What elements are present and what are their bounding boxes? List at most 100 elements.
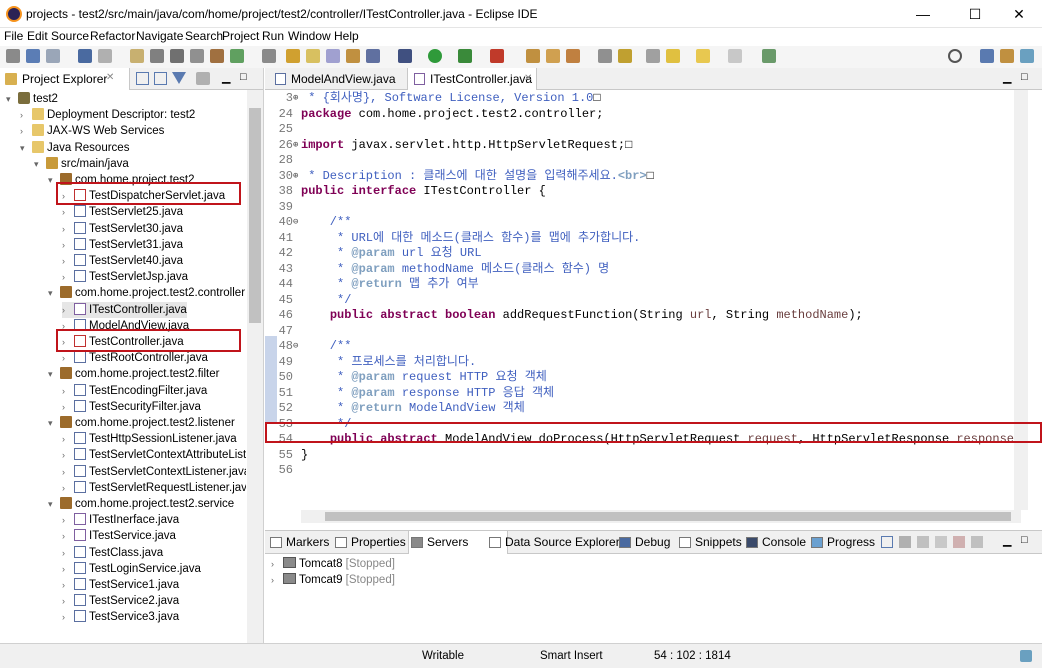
tab-itestcontroller[interactable]: ITestController.java ✕ — [407, 68, 537, 90]
word-wrap-icon[interactable] — [326, 49, 340, 63]
open-perspective-icon[interactable] — [980, 49, 994, 63]
server-row-tomcat9[interactable]: › Tomcat9 [Stopped] — [271, 572, 395, 588]
tree-item[interactable]: › ITestInerface.java — [62, 512, 179, 528]
expand-arrow-icon[interactable]: › — [62, 545, 74, 561]
start-server-icon[interactable] — [917, 536, 929, 548]
toggle-block-icon[interactable] — [262, 49, 276, 63]
expand-arrow-icon[interactable]: › — [62, 431, 74, 447]
run-server-icon[interactable] — [230, 49, 244, 63]
tree-item[interactable]: ▾ com.home.project.test2.service — [48, 496, 234, 512]
tab-project-explorer[interactable]: Project Explorer ✕ — [0, 68, 130, 90]
collapse-arrow-icon[interactable]: ▾ — [48, 415, 60, 431]
tree-item[interactable]: › TestServletContextAttributeListe — [62, 447, 246, 463]
publish-icon[interactable] — [170, 49, 184, 63]
expand-arrow-icon[interactable]: › — [62, 577, 74, 593]
tree-item[interactable]: › TestServlet30.java — [62, 221, 183, 237]
tree-item[interactable]: › TestEncodingFilter.java — [62, 383, 207, 399]
tab-debug[interactable]: Debug — [617, 531, 670, 554]
expand-arrow-icon[interactable]: › — [62, 480, 74, 496]
code-line[interactable]: 44 * @return 맵 추가 여부 — [265, 277, 1014, 293]
tab-properties[interactable]: Properties — [333, 531, 406, 554]
new-java-package-icon[interactable] — [526, 49, 540, 63]
tree-item[interactable]: › TestHttpSessionListener.java — [62, 431, 237, 447]
tree-item[interactable]: › TestServletRequestListener.java — [62, 480, 246, 496]
tree-item[interactable]: › JAX-WS Web Services — [20, 123, 164, 139]
tree-item[interactable]: ▾ com.home.project.test2.listener — [48, 415, 235, 431]
code-line[interactable]: 45 */ — [265, 293, 1014, 309]
highlight-icon[interactable] — [286, 49, 300, 63]
terminal-icon[interactable] — [98, 49, 112, 63]
minimize-view-icon[interactable]: ▁ — [222, 71, 230, 84]
collapse-arrow-icon[interactable]: ▾ — [48, 496, 60, 512]
tree-item[interactable]: › TestRootController.java — [62, 350, 208, 366]
expand-arrow-icon[interactable]: › — [62, 399, 74, 415]
menu-source[interactable]: Source — [51, 29, 89, 43]
toggle-mark-icon[interactable] — [130, 49, 144, 63]
collapse-arrow-icon[interactable]: ▾ — [48, 285, 60, 301]
editor-horizontal-scroll-thumb[interactable] — [325, 512, 1011, 521]
collapse-all-icon[interactable] — [881, 536, 893, 548]
collapse-arrow-icon[interactable]: ▾ — [34, 156, 46, 172]
expand-arrow-icon[interactable]: › — [62, 593, 74, 609]
new-icon[interactable] — [6, 49, 20, 63]
tree-item[interactable]: ▾ com.home.project.test2.controller — [48, 285, 245, 301]
minimize-button[interactable]: — — [900, 0, 946, 28]
last-edit-location-icon[interactable] — [646, 49, 660, 63]
expand-arrow-icon[interactable]: › — [62, 528, 74, 544]
tab-data-source-explorer[interactable]: Data Source Explorer — [487, 531, 620, 554]
collapse-all-icon[interactable] — [136, 72, 149, 85]
menu-refactor[interactable]: Refactor — [90, 29, 135, 43]
maximize-view-icon[interactable]: □ — [1021, 534, 1028, 546]
code-line[interactable]: 26 ⊕ import javax.servlet.http.HttpServlet… — [265, 138, 1014, 154]
search-icon[interactable] — [948, 49, 962, 63]
menu-navigate[interactable]: Navigate — [136, 29, 183, 43]
debug-perspective-icon[interactable] — [1020, 49, 1034, 63]
expand-arrow-icon[interactable]: › — [271, 572, 283, 588]
build-icon[interactable] — [190, 49, 204, 63]
expand-arrow-icon[interactable]: › — [62, 302, 74, 318]
code-line[interactable]: 55} — [265, 448, 1014, 464]
show-whitespace-icon[interactable] — [366, 49, 380, 63]
previous-annotation-icon[interactable] — [618, 49, 632, 63]
tree-item[interactable]: › Deployment Descriptor: test2 — [20, 107, 195, 123]
run-icon[interactable] — [428, 49, 442, 63]
tab-markers[interactable]: Markers — [268, 531, 329, 554]
maximize-button[interactable]: ☐ — [952, 0, 998, 28]
tree-item[interactable]: ▾ src/main/java — [34, 156, 129, 172]
code-line[interactable]: 38 public interface ITestController { — [265, 184, 1014, 200]
code-line[interactable]: 49 * 프로세스를 처리합니다. — [265, 355, 1014, 371]
next-annotation-icon[interactable] — [598, 49, 612, 63]
tab-snippets[interactable]: Snippets — [677, 531, 742, 554]
filter-icon[interactable] — [172, 72, 186, 84]
back-arrow-icon[interactable] — [696, 49, 710, 63]
close-button[interactable]: ✕ — [996, 0, 1042, 28]
stop-server-icon[interactable] — [953, 536, 965, 548]
code-area[interactable]: 3 ⊕ * {회사명}, Software License, Version 1.… — [265, 90, 1014, 510]
expand-arrow-icon[interactable]: › — [62, 350, 74, 366]
menu-search[interactable]: Search — [185, 29, 223, 43]
tab-modelandview[interactable]: ModelAndView.java — [269, 68, 405, 90]
code-line[interactable]: 46 public abstract boolean addRequestFun… — [265, 308, 1014, 324]
expand-arrow-icon[interactable]: › — [62, 512, 74, 528]
code-line[interactable]: 48 ⊖ /** — [265, 339, 1014, 355]
code-line[interactable]: 43 * @param methodName 메소드(클래스 함수) 명 — [265, 262, 1014, 278]
code-line[interactable]: 3 ⊕ * {회사명}, Software License, Version 1.… — [265, 91, 1014, 107]
expand-arrow-icon[interactable]: › — [62, 383, 74, 399]
tree-item[interactable]: › TestService1.java — [62, 577, 179, 593]
back-icon[interactable] — [666, 49, 680, 63]
expand-arrow-icon[interactable]: › — [271, 556, 283, 572]
external-tools-icon[interactable] — [490, 49, 504, 63]
profile-server-icon[interactable] — [935, 536, 947, 548]
forward-arrow-icon[interactable] — [728, 49, 742, 63]
menu-edit[interactable]: Edit — [27, 29, 48, 43]
menu-run[interactable]: Run — [262, 29, 284, 43]
save-all-icon[interactable] — [46, 49, 60, 63]
tree-item[interactable]: › TestServlet31.java — [62, 237, 183, 253]
code-line[interactable]: 25 — [265, 122, 1014, 138]
code-line[interactable]: 47 — [265, 324, 1014, 340]
debug-icon[interactable] — [398, 49, 412, 63]
expand-arrow-icon[interactable]: › — [62, 204, 74, 220]
code-line[interactable]: 52 * @return ModelAndView 객체 — [265, 401, 1014, 417]
expand-arrow-icon[interactable]: › — [62, 253, 74, 269]
project-tree-scroll-thumb[interactable] — [249, 108, 261, 323]
